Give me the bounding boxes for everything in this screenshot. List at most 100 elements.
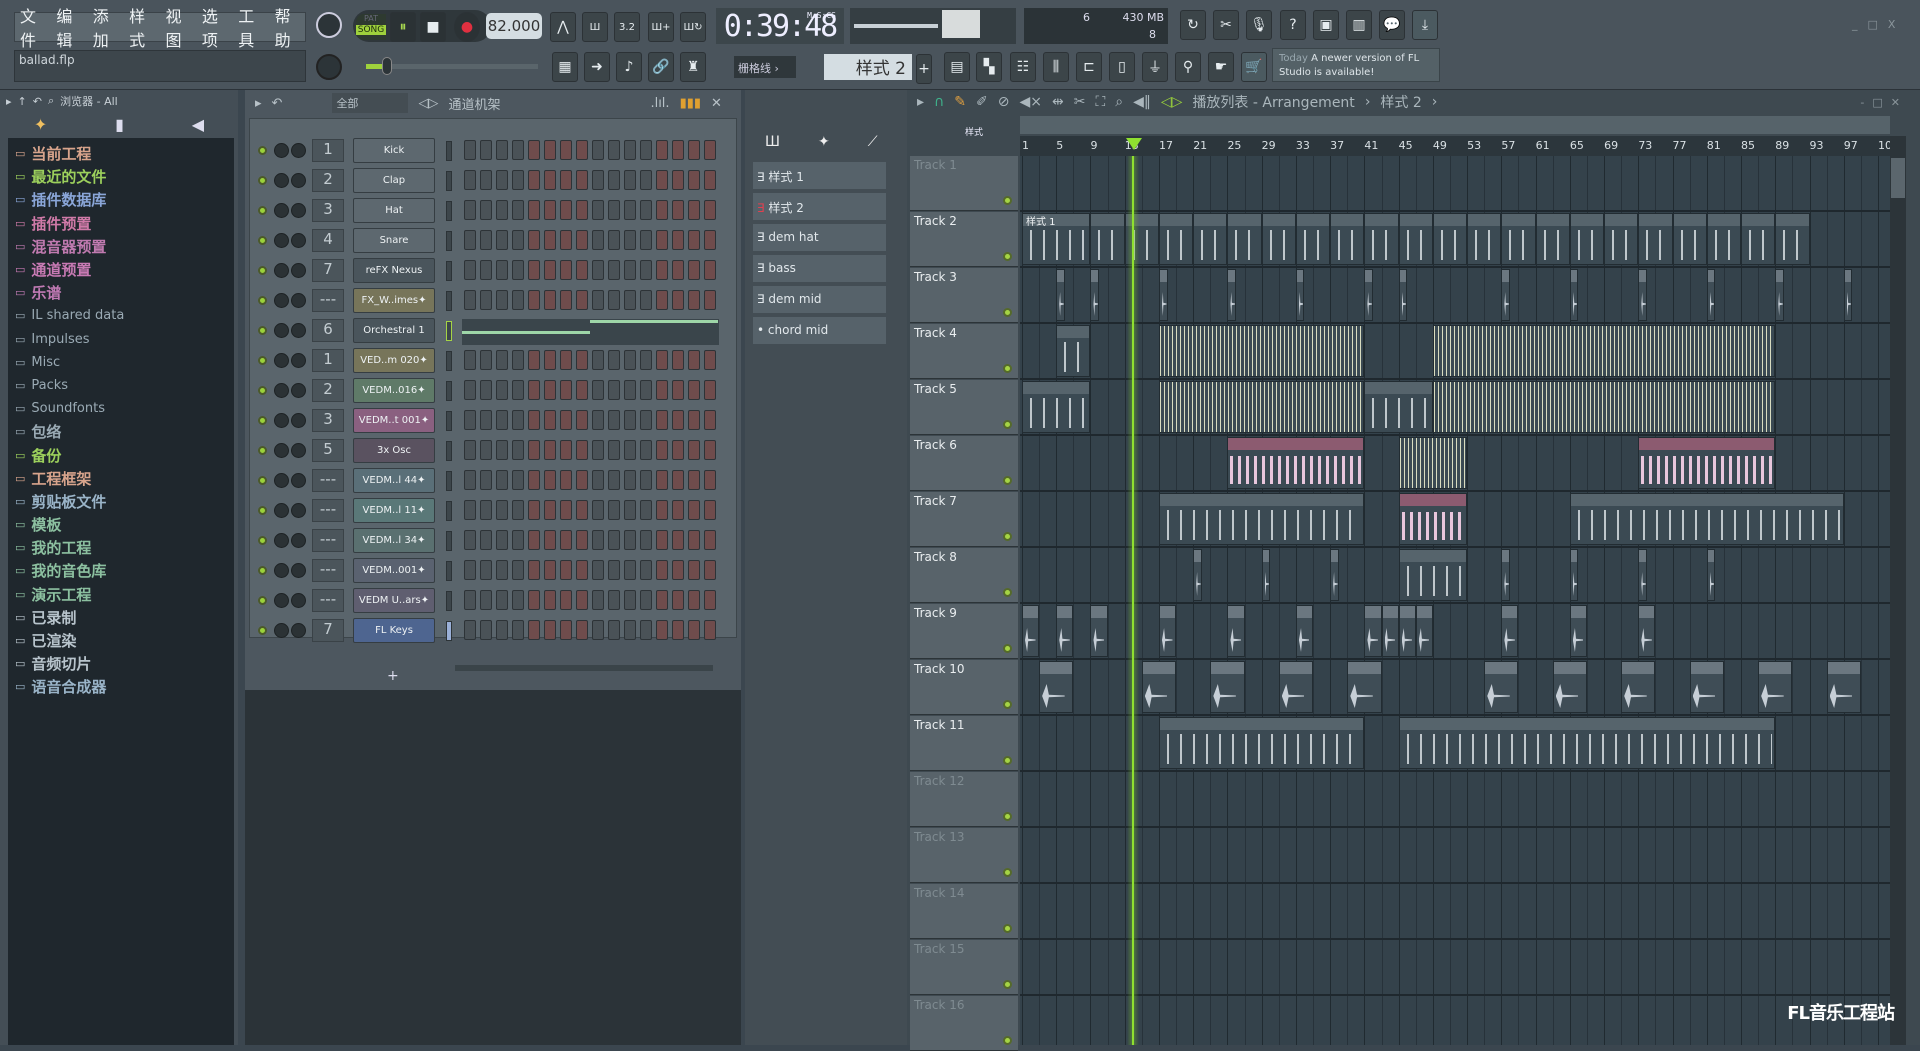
step-button[interactable] [576,200,588,220]
step-button[interactable] [592,290,604,310]
menu-item[interactable]: 编辑 [56,3,86,51]
mixer-track-number[interactable]: 2 [312,169,344,192]
channel-name-button[interactable]: 3x Osc [353,438,435,463]
step-button[interactable] [464,350,476,370]
step-button[interactable] [576,500,588,520]
step-button[interactable] [640,200,652,220]
step-button[interactable] [624,230,636,250]
step-button[interactable] [608,590,620,610]
audio-clip[interactable] [1621,661,1656,713]
audio-clip[interactable] [1227,605,1245,657]
pattern-clip[interactable] [1569,213,1605,265]
pattern-clip[interactable] [1364,213,1399,265]
pattern-clip[interactable] [1604,213,1639,265]
pattern-clip[interactable] [1261,213,1296,265]
pattern-clip[interactable] [1090,213,1125,265]
menu-item[interactable]: 工具 [238,3,268,51]
playback-tool-icon[interactable]: ◀‖ [1133,94,1151,110]
step-button[interactable] [656,410,668,430]
select-indicator[interactable] [446,261,452,281]
step-button[interactable] [672,500,684,520]
step-button[interactable] [672,560,684,580]
step-button[interactable] [608,410,620,430]
master-volume-knob[interactable] [316,12,342,38]
pattern-clip[interactable] [1056,325,1091,377]
step-button[interactable] [640,530,652,550]
step-button[interactable] [624,200,636,220]
step-button[interactable] [640,470,652,490]
browser-item[interactable]: ▭ 音频切片 [8,652,234,675]
pattern-clip[interactable] [1432,213,1468,265]
step-button[interactable] [656,140,668,160]
step-button[interactable] [528,230,540,250]
scroll-thumb[interactable] [1891,158,1905,198]
step-button[interactable] [496,470,508,490]
audio-clip[interactable] [1364,269,1373,321]
step-button[interactable] [528,470,540,490]
step-button[interactable] [656,560,668,580]
step-button[interactable] [496,530,508,550]
step-button[interactable] [656,170,668,190]
step-button[interactable] [544,530,556,550]
step-button[interactable] [464,560,476,580]
channel-rack-icon[interactable]: ☷ [1010,52,1036,82]
browser-item[interactable]: ▭ Misc [8,351,234,374]
mixer-track-number[interactable]: 7 [312,619,344,642]
select-indicator[interactable] [446,321,452,341]
step-button[interactable] [640,140,652,160]
pan-knob[interactable] [274,563,289,578]
audio-clip[interactable] [1638,549,1647,601]
step-button[interactable] [512,530,524,550]
zoom-tool-icon[interactable]: ⌕ [1115,94,1123,110]
step-button[interactable] [480,410,492,430]
step-button[interactable] [624,560,636,580]
audio-clip[interactable] [1227,269,1236,321]
volume-knob[interactable] [291,173,306,188]
pattern-clip[interactable] [1398,213,1433,265]
mute-led[interactable] [258,356,267,365]
step-button[interactable] [576,380,588,400]
magnet-icon[interactable]: ∩ [934,94,944,110]
select-indicator[interactable] [446,171,452,191]
volume-knob[interactable] [291,323,306,338]
step-button[interactable] [704,170,716,190]
pattern-clip[interactable] [1432,381,1776,433]
window-controls[interactable]: -□✕ [1860,96,1908,109]
step-button[interactable] [656,350,668,370]
audio-clip[interactable] [1022,605,1040,657]
audio-clip[interactable] [1261,549,1271,601]
track-header[interactable]: Track 3 [910,268,1018,323]
channel-name-button[interactable]: VED..m 020 ✦ [353,348,435,373]
step-button[interactable] [592,200,604,220]
step-button[interactable] [496,200,508,220]
step-button[interactable] [672,260,684,280]
step-button[interactable] [688,140,700,160]
step-button[interactable] [544,350,556,370]
volume-knob[interactable] [291,353,306,368]
step-button[interactable] [592,620,604,640]
step-button[interactable] [592,440,604,460]
step-button[interactable] [688,620,700,640]
browser-item[interactable]: ▭ 最近的文件 [8,165,234,188]
step-button[interactable] [592,170,604,190]
step-button[interactable] [624,590,636,610]
browser-item[interactable]: ▭ 我的工程 [8,536,234,559]
track-mute-led[interactable] [1003,196,1012,205]
browser-item[interactable]: ▭ 乐谱 [8,281,234,304]
audio-clip[interactable] [1056,605,1074,657]
expand-icon[interactable]: ▸ [6,95,12,108]
help-icon[interactable]: ? [1280,10,1306,40]
step-button[interactable] [592,230,604,250]
step-button[interactable] [560,440,572,460]
step-button[interactable] [688,440,700,460]
typing-keyboard-icon[interactable]: ♜ [680,52,706,82]
pattern-clip[interactable] [1398,717,1776,769]
step-button[interactable] [704,440,716,460]
pattern-clip[interactable] [1158,717,1365,769]
volume-knob[interactable] [291,563,306,578]
audio-clip[interactable] [1347,661,1382,713]
audio-clip[interactable] [1398,605,1416,657]
channel-name-button[interactable]: FX_W..imes ✦ [353,288,435,313]
channel-name-button[interactable]: VEDM..001 ✦ [353,558,435,583]
menu-item[interactable]: 文件 [20,3,50,51]
